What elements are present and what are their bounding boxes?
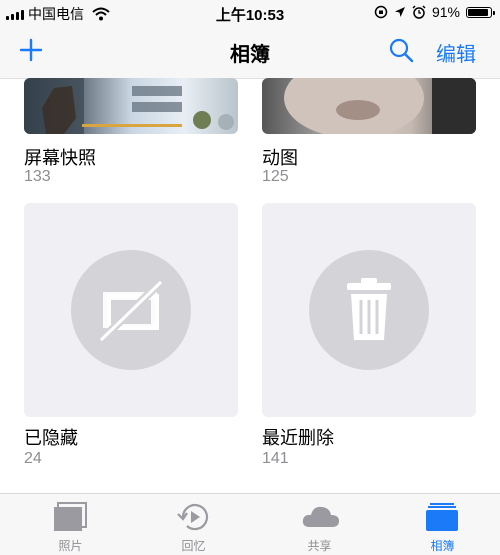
- recently-deleted-placeholder: [309, 250, 429, 370]
- tab-label: 共享: [307, 539, 332, 553]
- status-right: 91%: [374, 4, 495, 20]
- cloud-icon: [302, 506, 339, 527]
- location-icon: [394, 7, 405, 17]
- navigation-bar: 相簿 编辑: [0, 26, 500, 79]
- face-photo-image: [284, 78, 476, 134]
- album-thumbnail-recently-deleted[interactable]: [262, 203, 476, 417]
- album-thumbnail-animated[interactable]: [262, 78, 476, 134]
- hidden-icon: [98, 279, 164, 343]
- orientation-lock-icon: [374, 5, 388, 19]
- album-name: 已隐藏: [24, 428, 78, 449]
- album-name: 屏幕快照: [24, 148, 96, 169]
- tab-photos[interactable]: 照片: [8, 494, 133, 555]
- tab-memories[interactable]: 回忆: [131, 494, 256, 555]
- albums-icon: [426, 503, 458, 531]
- hidden-placeholder: [71, 250, 191, 370]
- album-name: 动图: [262, 148, 298, 169]
- tab-shared[interactable]: 共享: [257, 494, 382, 555]
- battery-icon: [466, 6, 495, 18]
- album-count: 24: [24, 450, 42, 467]
- tab-label: 照片: [58, 539, 83, 553]
- album-thumbnail-hidden[interactable]: [24, 203, 238, 417]
- album-count: 141: [262, 450, 289, 467]
- alarm-icon: [412, 5, 426, 19]
- memories-icon: [177, 504, 209, 531]
- album-name: 最近删除: [262, 428, 334, 449]
- album-thumbnail-screenshots[interactable]: [24, 78, 238, 134]
- photos-icon: [54, 502, 87, 531]
- edit-button[interactable]: 编辑: [436, 38, 476, 67]
- tab-label: 回忆: [181, 539, 206, 553]
- battery-percent: 91%: [431, 4, 460, 20]
- page-title: 相簿: [230, 42, 270, 66]
- status-bar: 中国电信 上午10:53 91%: [0, 0, 500, 26]
- album-count: 125: [262, 168, 289, 185]
- album-count: 133: [24, 168, 51, 185]
- search-icon[interactable]: [388, 37, 414, 63]
- game-screenshot-image: [24, 78, 234, 134]
- tab-bar: 照片 回忆 共享 相簿: [0, 493, 500, 555]
- tab-label: 相簿: [430, 539, 455, 553]
- trash-icon: [347, 278, 391, 340]
- battery-fill: [468, 8, 489, 16]
- tab-albums[interactable]: 相簿: [380, 494, 500, 555]
